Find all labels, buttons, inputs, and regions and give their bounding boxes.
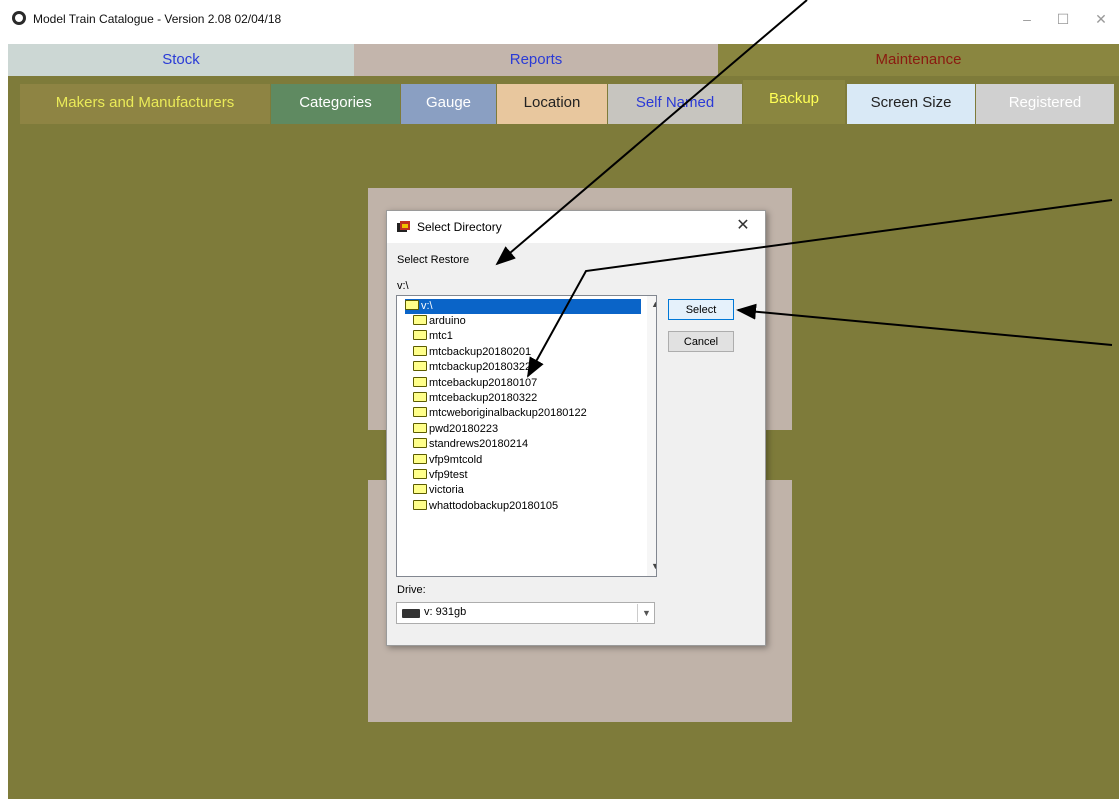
dialog-close-button[interactable]: ✕ xyxy=(729,214,757,238)
folder-label: standrews20180214 xyxy=(429,438,529,451)
subtab-gauge[interactable]: Gauge xyxy=(401,84,496,124)
folder-icon xyxy=(413,376,427,387)
folder-icon xyxy=(413,499,427,510)
subtab-location[interactable]: Location xyxy=(497,84,607,124)
folder-label: whattodobackup20180105 xyxy=(429,499,559,512)
folder-icon xyxy=(413,361,427,372)
folder-label: v:\ xyxy=(421,300,433,312)
list-item[interactable]: whattodobackup20180105 xyxy=(413,499,558,514)
folder-icon xyxy=(413,453,427,464)
folder-icon xyxy=(413,345,427,356)
list-item[interactable]: pwd20180223 xyxy=(413,422,498,437)
folder-icon xyxy=(413,392,427,402)
drive-select[interactable]: v: 931gb ▼ xyxy=(396,602,655,624)
directory-list[interactable]: v:\ arduino mtc1 mtcbackup20180201 mtcbacku… xyxy=(396,295,657,577)
folder-label: mtcbackup20180322 xyxy=(429,361,532,374)
scroll-up-icon[interactable]: ▲ xyxy=(647,296,656,313)
list-item[interactable]: vfp9test xyxy=(413,468,468,483)
tab-maintenance[interactable]: Maintenance xyxy=(718,44,1119,76)
folder-icon xyxy=(413,469,427,479)
list-item[interactable]: mtcbackup20180201 xyxy=(413,345,531,360)
window-title: Model Train Catalogue - Version 2.08 02/… xyxy=(33,12,282,26)
close-button[interactable]: ✕ xyxy=(1086,6,1116,32)
folder-icon xyxy=(413,407,427,418)
folder-icon xyxy=(413,315,427,325)
folder-label: mtc1 xyxy=(429,330,453,343)
list-item[interactable]: standrews20180214 xyxy=(413,437,528,452)
folder-icon xyxy=(413,438,427,449)
chevron-down-icon[interactable]: ▼ xyxy=(637,604,655,622)
folder-icon xyxy=(413,330,427,341)
dialog-prompt: Select Restore xyxy=(397,254,470,266)
folder-label: mtcebackup20180107 xyxy=(429,376,538,389)
list-item[interactable]: mtcebackup20180322 xyxy=(413,391,537,406)
dialog-titlebar: Select Directory ✕ xyxy=(387,211,765,243)
select-button[interactable]: Select xyxy=(668,299,734,320)
folder-label: victoria xyxy=(429,484,464,497)
select-directory-dialog: Select Directory ✕ Select Restore v:\ v:… xyxy=(386,210,766,646)
subtab-makers[interactable]: Makers and Manufacturers xyxy=(20,84,270,124)
subtab-self-named[interactable]: Self Named xyxy=(608,84,742,124)
list-item-root[interactable]: v:\ xyxy=(405,299,641,314)
folder-app-icon xyxy=(397,221,410,232)
folder-label: mtcebackup20180322 xyxy=(429,392,538,404)
window-titlebar: Model Train Catalogue - Version 2.08 02/… xyxy=(0,0,1119,38)
folder-label: mtcweboriginalbackup20180122 xyxy=(429,407,587,420)
maximize-button[interactable]: ☐ xyxy=(1048,6,1078,32)
folder-label: pwd20180223 xyxy=(429,422,499,435)
minimize-button[interactable]: – xyxy=(1012,6,1042,32)
open-folder-icon xyxy=(405,300,419,310)
list-item[interactable]: vfp9mtcold xyxy=(413,453,482,468)
list-item[interactable]: victoria xyxy=(413,483,464,498)
drive-label: Drive: xyxy=(397,584,426,596)
tab-reports[interactable]: Reports xyxy=(354,44,718,76)
subtab-categories[interactable]: Categories xyxy=(271,84,400,124)
list-item[interactable]: mtcweboriginalbackup20180122 xyxy=(413,406,587,421)
subtab-registered[interactable]: Registered xyxy=(976,84,1114,124)
drive-value: v: 931gb xyxy=(424,606,467,618)
folder-icon xyxy=(413,484,427,495)
scroll-down-icon[interactable]: ▼ xyxy=(647,558,656,575)
subtab-backup[interactable]: Backup xyxy=(743,80,845,124)
current-path: v:\ xyxy=(397,280,409,292)
cancel-button[interactable]: Cancel xyxy=(668,331,734,352)
folder-label: vfp9test xyxy=(429,469,468,481)
app-icon xyxy=(12,11,26,25)
folder-label: vfp9mtcold xyxy=(429,453,483,466)
hard-drive-icon xyxy=(402,609,420,618)
vertical-scrollbar[interactable]: ▲ ▼ xyxy=(647,296,656,576)
tab-stock[interactable]: Stock xyxy=(8,44,354,76)
dialog-title: Select Directory xyxy=(417,220,502,234)
list-item[interactable]: mtc1 xyxy=(413,329,453,344)
folder-label: mtcbackup20180201 xyxy=(429,345,532,358)
folder-label: arduino xyxy=(429,315,466,327)
list-item[interactable]: mtcbackup20180322 xyxy=(413,360,531,375)
list-item[interactable]: arduino xyxy=(413,314,466,329)
list-item[interactable]: mtcebackup20180107 xyxy=(413,376,537,391)
folder-icon xyxy=(413,422,427,433)
subtab-screen-size[interactable]: Screen Size xyxy=(847,84,975,124)
